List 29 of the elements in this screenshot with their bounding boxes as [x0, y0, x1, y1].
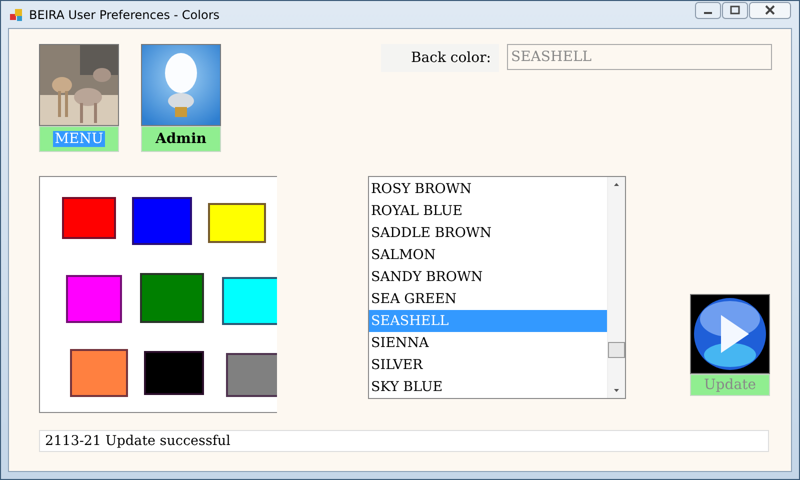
- color-swatch[interactable]: [140, 273, 204, 323]
- color-swatch[interactable]: [70, 349, 128, 397]
- play-icon: [690, 294, 770, 374]
- list-item[interactable]: ROSY BROWN: [369, 178, 607, 200]
- color-swatch[interactable]: [222, 277, 277, 325]
- color-swatch[interactable]: [144, 351, 204, 395]
- field-label: Back color:: [381, 44, 499, 72]
- status-bar: 2113-21 Update successful: [39, 430, 769, 452]
- scroll-thumb[interactable]: [608, 342, 625, 358]
- maximize-button[interactable]: [722, 2, 748, 19]
- list-item[interactable]: SILVER: [369, 354, 607, 376]
- list-item[interactable]: SKY BLUE: [369, 376, 607, 398]
- list-item[interactable]: SADDLE BROWN: [369, 222, 607, 244]
- scrollbar[interactable]: [607, 177, 625, 398]
- app-icon: [9, 8, 23, 22]
- close-button[interactable]: [749, 2, 791, 19]
- list-item[interactable]: SALMON: [369, 244, 607, 266]
- color-swatch[interactable]: [226, 353, 277, 397]
- list-item[interactable]: SIENNA: [369, 332, 607, 354]
- color-swatch[interactable]: [208, 203, 266, 243]
- list-item[interactable]: ROYAL BLUE: [369, 200, 607, 222]
- color-swatch[interactable]: [66, 275, 122, 323]
- minimize-button[interactable]: [695, 2, 721, 19]
- tile-button[interactable]: Admin: [141, 126, 221, 152]
- color-swatch[interactable]: [62, 197, 116, 239]
- list-item[interactable]: SANDY BROWN: [369, 266, 607, 288]
- color-swatch[interactable]: [132, 197, 192, 245]
- window-title: BEIRA User Preferences - Colors: [29, 8, 220, 22]
- list-item[interactable]: SEA GREEN: [369, 288, 607, 310]
